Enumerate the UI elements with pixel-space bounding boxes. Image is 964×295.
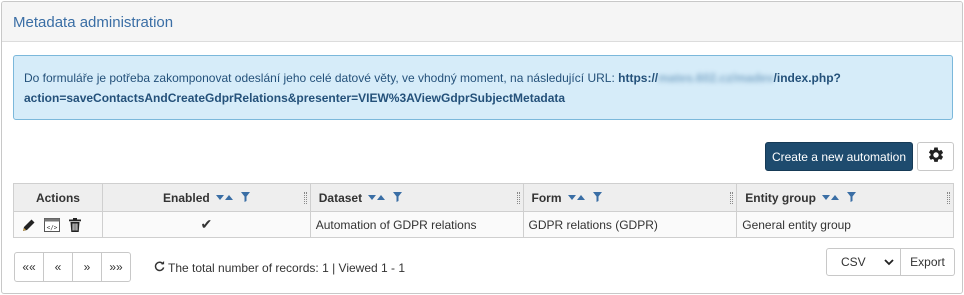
pagination: «« « » »» [14, 252, 131, 282]
prev-page-button[interactable]: « [43, 252, 73, 282]
col-form[interactable]: Form [522, 183, 738, 212]
enabled-checkmark-icon: ✔ [101, 211, 311, 238]
url-suffix: /index.php? [773, 71, 841, 85]
panel-header: Metadata administration [2, 2, 962, 42]
export-group: CSV Export [826, 248, 955, 276]
row-actions: </> [13, 211, 103, 238]
sort-icon[interactable] [215, 195, 233, 200]
export-button[interactable]: Export [901, 248, 955, 276]
create-automation-button[interactable]: Create a new automation [765, 142, 913, 171]
col-enabled[interactable]: Enabled [101, 183, 311, 212]
edit-icon[interactable] [19, 215, 39, 235]
col-form-label: Form [531, 190, 562, 205]
col-enabled-label: Enabled [163, 190, 210, 205]
filter-icon[interactable] [240, 191, 250, 205]
automation-table: Actions Enabled Dataset Form Entity grou… [13, 183, 954, 238]
svg-text:</>: </> [47, 224, 58, 231]
column-resize-handle[interactable] [730, 192, 734, 204]
code-icon[interactable]: </> [42, 215, 62, 235]
url-blurred-host: mates.602.cz/madev [658, 71, 774, 85]
col-entity-group[interactable]: Entity group [736, 183, 954, 212]
next-page-button[interactable]: » [72, 252, 102, 282]
chevron-down-icon [884, 255, 894, 269]
records-info: The total number of records: 1 | Viewed … [154, 261, 405, 275]
col-actions-label: Actions [35, 190, 80, 205]
sort-icon[interactable] [368, 195, 386, 200]
export-format-value: CSV [841, 255, 866, 269]
export-format-select[interactable]: CSV [826, 248, 901, 276]
refresh-icon[interactable] [154, 261, 165, 275]
cell-dataset: Automation of GDPR relations [309, 211, 524, 238]
url-prefix: https:// [618, 71, 659, 85]
table-header-row: Actions Enabled Dataset Form Entity grou… [13, 183, 954, 212]
column-resize-handle[interactable] [516, 192, 520, 204]
table-row: </> ✔ Automation of GDPR relations GDPR … [13, 211, 954, 238]
sort-icon[interactable] [567, 195, 585, 200]
cell-entity-group: General entity group [736, 211, 954, 238]
sort-icon[interactable] [821, 195, 839, 200]
col-entity-group-label: Entity group [745, 190, 816, 205]
info-message: Do formuláře je potřeba zakomponovat ode… [13, 55, 953, 120]
trash-icon[interactable] [65, 215, 85, 235]
column-resize-handle[interactable] [947, 192, 950, 204]
col-dataset[interactable]: Dataset [309, 183, 524, 212]
column-resize-handle[interactable] [303, 192, 307, 204]
col-actions: Actions [13, 183, 103, 212]
gear-icon [927, 146, 945, 167]
url-params: action=saveContactsAndCreateGdprRelation… [24, 91, 566, 105]
first-page-button[interactable]: «« [14, 252, 44, 282]
filter-icon[interactable] [393, 191, 403, 205]
filter-icon[interactable] [846, 191, 856, 205]
records-count: The total number of records: 1 | Viewed … [168, 261, 406, 275]
metadata-panel: Metadata administration Do formuláře je … [1, 1, 963, 294]
page-title: Metadata administration [13, 14, 174, 31]
cell-form: GDPR relations (GDPR) [522, 211, 738, 238]
last-page-button[interactable]: »» [101, 252, 131, 282]
filter-icon[interactable] [592, 191, 602, 205]
info-text: Do formuláře je potřeba zakomponovat ode… [24, 71, 619, 85]
settings-button[interactable] [917, 142, 954, 171]
col-dataset-label: Dataset [318, 190, 363, 205]
